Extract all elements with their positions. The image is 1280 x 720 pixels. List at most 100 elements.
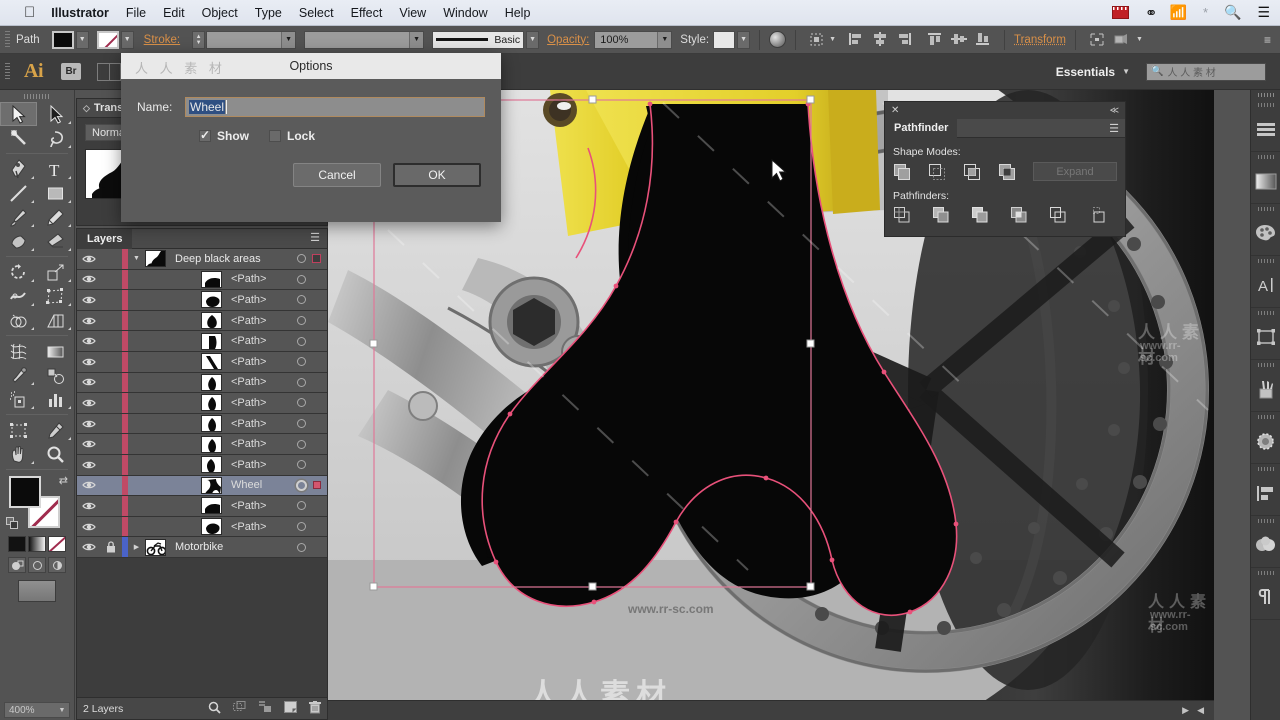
brush-dropdown-arrow[interactable]: ▼ — [526, 30, 540, 49]
layer-name[interactable]: <Path> — [231, 273, 266, 285]
style-dropdown-arrow[interactable]: ▼ — [737, 30, 751, 49]
align-right-icon[interactable] — [896, 32, 912, 47]
create-new-layer-icon[interactable] — [284, 701, 297, 716]
menu-view[interactable]: View — [399, 6, 426, 20]
paragraph-dock-icon[interactable] — [1251, 568, 1280, 620]
align-bottom-icon[interactable] — [975, 32, 991, 47]
align-top-icon[interactable] — [927, 32, 943, 47]
control-bar-grip[interactable] — [4, 30, 11, 49]
align-center-h-icon[interactable] — [872, 32, 888, 47]
visibility-toggle-icon[interactable] — [77, 522, 100, 532]
visibility-toggle-icon[interactable] — [77, 377, 100, 387]
stroke-swatch[interactable] — [96, 30, 119, 49]
paintbrush-tool[interactable] — [0, 205, 37, 229]
merge-icon[interactable] — [971, 206, 989, 224]
visibility-toggle-icon[interactable] — [77, 357, 100, 367]
menu-select[interactable]: Select — [299, 6, 334, 20]
shape-builder-tool[interactable] — [0, 308, 37, 332]
app-bar-grip[interactable] — [4, 62, 11, 81]
intersect-icon[interactable] — [963, 163, 981, 181]
stroke-dropdown-arrow[interactable]: ▼ — [120, 30, 134, 49]
expand-collapse-icon[interactable]: ▼ — [128, 255, 145, 262]
zoom-level-field[interactable]: 400% ▼ — [4, 702, 70, 718]
object-row[interactable]: <Path> — [77, 413, 327, 435]
eraser-tool[interactable] — [37, 229, 74, 253]
variable-width-profile-field[interactable]: ▼ — [304, 30, 425, 49]
swap-fill-stroke-icon[interactable]: ⇄ — [59, 474, 68, 487]
object-row[interactable]: <Path> — [77, 434, 327, 455]
eyedropper-tool[interactable] — [0, 363, 37, 387]
direct-selection-tool[interactable] — [37, 102, 74, 126]
pencil-tool[interactable] — [37, 205, 74, 229]
visibility-toggle-icon[interactable] — [77, 295, 100, 305]
visibility-toggle-icon[interactable] — [77, 439, 100, 449]
menu-edit[interactable]: Edit — [163, 6, 185, 20]
selection-indicator-square[interactable] — [313, 481, 321, 490]
draw-behind-icon[interactable] — [28, 557, 46, 573]
layer-name[interactable]: <Path> — [231, 438, 266, 450]
locate-object-icon[interactable] — [208, 701, 221, 717]
isolate-selected-object-icon[interactable] — [1089, 32, 1105, 47]
make-clipping-mask-icon[interactable] — [233, 701, 246, 716]
target-indicator-icon[interactable] — [297, 377, 306, 387]
layer-name[interactable]: <Path> — [231, 397, 266, 409]
dock-grip[interactable] — [1251, 90, 1280, 100]
lock-toggle-icon[interactable] — [100, 541, 122, 553]
unite-icon[interactable] — [893, 163, 911, 181]
close-icon[interactable]: ✕ — [891, 105, 899, 116]
free-transform-tool[interactable] — [37, 284, 74, 308]
target-indicator-icon[interactable] — [297, 357, 306, 367]
expand-collapse-icon[interactable]: ▶ — [128, 543, 145, 551]
create-new-sublayer-icon[interactable] — [258, 701, 272, 716]
draw-normal-icon[interactable] — [8, 557, 26, 573]
screen-record-icon[interactable] — [1111, 6, 1129, 19]
layer-row[interactable]: ▼ Deep black areas — [77, 249, 327, 270]
minus-front-icon[interactable] — [928, 163, 946, 181]
zoom-dropdown-arrow[interactable]: ▼ — [55, 707, 69, 714]
type-dock-icon[interactable]: A — [1251, 256, 1280, 308]
wifi-icon[interactable]: 📶 — [1170, 4, 1187, 21]
target-indicator-icon[interactable] — [297, 295, 306, 305]
show-checkbox[interactable]: Show — [199, 128, 249, 143]
selection-tool[interactable] — [0, 102, 37, 126]
symbols-dock-icon[interactable] — [1251, 412, 1280, 464]
rotate-tool[interactable] — [0, 260, 37, 284]
object-row[interactable]: <Path> — [77, 516, 327, 538]
layer-row[interactable]: ▶ Motorbike — [77, 537, 327, 558]
target-indicator-icon[interactable] — [297, 419, 306, 429]
target-indicator-icon[interactable] — [297, 460, 306, 470]
align-dropdown-arrow[interactable]: ▼ — [829, 36, 836, 43]
crop-icon[interactable] — [1010, 206, 1028, 224]
menu-help[interactable]: Help — [505, 6, 531, 20]
color-dock-icon[interactable] — [1251, 204, 1280, 256]
visibility-toggle-icon[interactable] — [77, 460, 100, 470]
type-tool[interactable]: T — [37, 157, 74, 181]
control-bar-menu-icon[interactable]: ≡ — [1264, 33, 1271, 47]
layer-name[interactable]: <Path> — [231, 500, 266, 512]
visibility-toggle-icon[interactable] — [77, 274, 100, 284]
bluetooth-icon[interactable]: * — [1203, 5, 1208, 20]
magic-wand-tool[interactable] — [0, 126, 37, 150]
layer-name[interactable]: <Path> — [231, 376, 266, 388]
visibility-toggle-icon[interactable] — [77, 336, 100, 346]
menu-object[interactable]: Object — [202, 6, 238, 20]
object-row[interactable]: <Path> — [77, 290, 327, 311]
minus-back-icon[interactable] — [1088, 206, 1106, 224]
object-row[interactable]: Wheel — [77, 475, 327, 497]
workspace-switcher[interactable]: Essentials — [1056, 65, 1115, 79]
opacity-mask-icon[interactable] — [769, 31, 787, 48]
visibility-toggle-icon[interactable] — [77, 542, 100, 552]
perspective-grid-tool[interactable] — [37, 308, 74, 332]
rectangle-tool[interactable] — [37, 181, 74, 205]
blob-brush-tool[interactable] — [0, 229, 37, 253]
fill-swatch[interactable] — [51, 30, 74, 49]
gradient-tool[interactable] — [37, 339, 74, 363]
object-row[interactable]: <Path> — [77, 372, 327, 394]
scroll-right-arrow[interactable]: ▶ — [1182, 705, 1197, 716]
selection-indicator-square[interactable] — [312, 254, 321, 264]
symbol-sprayer-tool[interactable] — [0, 387, 37, 411]
scale-tool[interactable] — [37, 260, 74, 284]
object-row[interactable]: <Path> — [77, 331, 327, 352]
stroke-weight-dropdown[interactable]: ▼ — [281, 31, 296, 48]
control-center-icon[interactable]: ☰ — [1257, 4, 1270, 21]
